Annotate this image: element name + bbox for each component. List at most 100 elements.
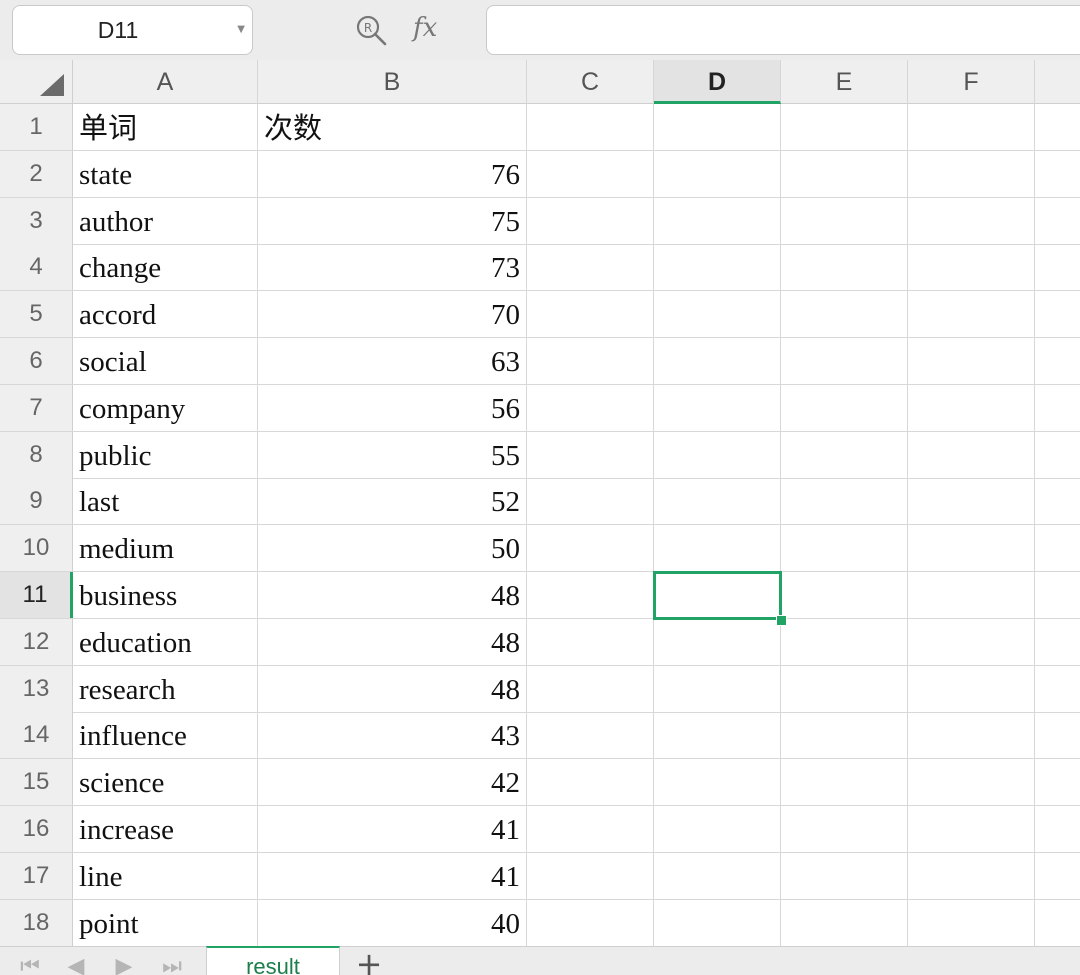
cell-c[interactable] <box>527 384 654 431</box>
cell-d[interactable] <box>654 712 781 759</box>
cell-d[interactable] <box>654 431 781 478</box>
cell-e[interactable] <box>781 525 908 572</box>
cell-word[interactable]: company <box>73 384 258 431</box>
cell-e[interactable] <box>781 712 908 759</box>
cell-e[interactable] <box>781 244 908 291</box>
cell-d[interactable] <box>654 806 781 852</box>
row-header[interactable]: 1 <box>0 104 73 150</box>
cell-g[interactable] <box>1035 712 1080 758</box>
cell-e[interactable] <box>781 150 908 197</box>
cell-e[interactable] <box>781 572 908 618</box>
row-header[interactable]: 10 <box>0 525 73 572</box>
formula-input[interactable] <box>486 5 1080 55</box>
row-header[interactable]: 14 <box>0 712 73 759</box>
cell-f[interactable] <box>908 478 1035 525</box>
cell-c[interactable] <box>527 478 654 525</box>
cell-g[interactable] <box>1035 385 1080 431</box>
cell-d[interactable] <box>654 244 781 291</box>
cell-g[interactable] <box>1035 525 1080 571</box>
row-header[interactable]: 6 <box>0 338 73 384</box>
zoom-formula-icon[interactable]: R <box>354 13 388 47</box>
cell-word[interactable]: research <box>73 665 258 712</box>
cell-g[interactable] <box>1035 619 1080 665</box>
cell-c[interactable] <box>527 572 654 618</box>
cell-d[interactable] <box>654 759 781 806</box>
cell-count[interactable]: 40 <box>258 899 527 946</box>
cell-g[interactable] <box>1035 338 1080 384</box>
cell-count[interactable]: 41 <box>258 806 527 852</box>
cell-e[interactable] <box>781 291 908 338</box>
cell-e[interactable] <box>781 806 908 852</box>
cell-e[interactable] <box>781 338 908 384</box>
row-header[interactable]: 5 <box>0 291 73 338</box>
cell-b1[interactable]: 次数 <box>258 104 527 150</box>
cell-word[interactable]: science <box>73 759 258 806</box>
cell-g[interactable] <box>1035 198 1080 244</box>
cell-count[interactable]: 73 <box>258 244 527 291</box>
column-header-b[interactable]: B <box>258 60 527 104</box>
cell-count[interactable]: 43 <box>258 712 527 759</box>
cell-word[interactable]: accord <box>73 291 258 338</box>
cell-c[interactable] <box>527 852 654 899</box>
cell-f[interactable] <box>908 104 1035 150</box>
cell-f[interactable] <box>908 291 1035 338</box>
cell-word[interactable]: influence <box>73 712 258 759</box>
cell-word[interactable]: social <box>73 338 258 384</box>
cell-d[interactable] <box>654 665 781 712</box>
cell-d[interactable] <box>654 899 781 946</box>
cell-e[interactable] <box>781 665 908 712</box>
cell-word[interactable]: last <box>73 478 258 525</box>
cell-count[interactable]: 70 <box>258 291 527 338</box>
chevron-down-icon[interactable]: ▼ <box>237 6 245 54</box>
column-header-c[interactable]: C <box>527 60 654 104</box>
cell-c[interactable] <box>527 244 654 291</box>
column-header-a[interactable]: A <box>73 60 258 104</box>
cell-d[interactable] <box>654 291 781 338</box>
cell-f[interactable] <box>908 525 1035 572</box>
cell-e[interactable] <box>781 899 908 946</box>
cell-g[interactable] <box>1035 244 1080 290</box>
cell-g[interactable] <box>1035 666 1080 712</box>
cell-g[interactable] <box>1035 853 1080 899</box>
cell-c[interactable] <box>527 291 654 338</box>
cell-c[interactable] <box>527 431 654 478</box>
cell-count[interactable]: 75 <box>258 197 527 244</box>
cell-word[interactable]: change <box>73 244 258 291</box>
cell-word[interactable]: state <box>73 150 258 197</box>
row-header[interactable]: 2 <box>0 150 73 197</box>
cell-count[interactable]: 48 <box>258 665 527 712</box>
cell-e[interactable] <box>781 197 908 244</box>
cell-count[interactable]: 41 <box>258 852 527 899</box>
cell-e[interactable] <box>781 431 908 478</box>
cell-g[interactable] <box>1035 432 1080 478</box>
cell-word[interactable]: increase <box>73 806 258 852</box>
cell-word[interactable]: education <box>73 618 258 665</box>
fill-handle[interactable] <box>776 615 787 626</box>
cell-f[interactable] <box>908 759 1035 806</box>
cell-d[interactable] <box>654 197 781 244</box>
cell-count[interactable]: 55 <box>258 431 527 478</box>
cell-e[interactable] <box>781 478 908 525</box>
column-header-g[interactable] <box>1035 60 1080 104</box>
cell-g[interactable] <box>1035 900 1080 946</box>
cell-g[interactable] <box>1035 806 1080 852</box>
column-header-d[interactable]: D <box>654 60 781 104</box>
prev-sheet-icon[interactable]: ◀ <box>62 955 90 975</box>
cell-c[interactable] <box>527 759 654 806</box>
cell-f[interactable] <box>908 852 1035 899</box>
cell-f[interactable] <box>908 431 1035 478</box>
cell-count[interactable]: 63 <box>258 338 527 384</box>
cell-g[interactable] <box>1035 151 1080 197</box>
cell-d[interactable] <box>654 618 781 665</box>
cell-d[interactable] <box>654 852 781 899</box>
cell-f[interactable] <box>908 197 1035 244</box>
cell-a1[interactable]: 单词 <box>73 104 258 150</box>
row-header[interactable]: 13 <box>0 665 73 712</box>
cell-f[interactable] <box>908 665 1035 712</box>
cell-d[interactable] <box>654 384 781 431</box>
cell-e[interactable] <box>781 852 908 899</box>
cell-word[interactable]: line <box>73 852 258 899</box>
fx-label[interactable]: fx <box>413 8 437 48</box>
cell-count[interactable]: 48 <box>258 618 527 665</box>
cell-d[interactable] <box>654 150 781 197</box>
